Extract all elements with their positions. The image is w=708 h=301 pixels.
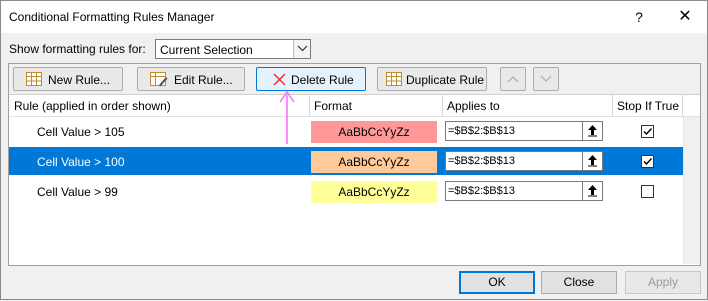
applies-to-field[interactable]: =$B$2:$B$13 — [445, 151, 603, 171]
close-icon[interactable]: ✕ — [673, 7, 697, 27]
title-bar: Conditional Formatting Rules Manager ? ✕ — [1, 1, 707, 33]
help-button[interactable]: ? — [629, 7, 649, 27]
move-down-button[interactable] — [533, 67, 559, 91]
show-rules-for-label: Show formatting rules for: — [9, 42, 146, 56]
rule-row[interactable]: Cell Value > 105 AaBbCcYyZz =$B$2:$B$13 — [9, 117, 683, 145]
applies-to-value: =$B$2:$B$13 — [448, 125, 515, 137]
stop-if-true-checkbox[interactable] — [641, 185, 654, 198]
rule-description: Cell Value > 100 — [37, 155, 125, 169]
header-divider — [309, 95, 310, 117]
format-preview: AaBbCcYyZz — [311, 181, 437, 203]
ok-button[interactable]: OK — [459, 271, 535, 294]
rules-grid: Rule (applied in order shown) Format App… — [9, 94, 700, 265]
applies-to-field[interactable]: =$B$2:$B$13 — [445, 121, 603, 141]
show-rules-for-value: Current Selection — [160, 43, 253, 57]
vertical-scrollbar[interactable] — [683, 117, 700, 264]
duplicate-rule-button[interactable]: Duplicate Rule — [377, 67, 487, 91]
header-applies-to: Applies to — [447, 99, 500, 113]
format-preview: AaBbCcYyZz — [311, 151, 437, 173]
new-rule-button[interactable]: New Rule... — [13, 67, 123, 91]
rule-description: Cell Value > 105 — [37, 125, 125, 139]
delete-x-icon — [273, 73, 286, 89]
duplicate-rule-label: Duplicate Rule — [406, 73, 485, 87]
dialog-title: Conditional Formatting Rules Manager — [9, 10, 215, 24]
delete-rule-button[interactable]: Delete Rule — [256, 67, 366, 91]
edit-rule-icon — [150, 72, 168, 90]
collapse-dialog-icon[interactable] — [582, 182, 602, 200]
move-up-button[interactable] — [500, 67, 526, 91]
chevron-up-icon — [507, 76, 519, 83]
edit-rule-button[interactable]: Edit Rule... — [137, 67, 245, 91]
new-rule-icon — [26, 72, 42, 89]
header-divider — [442, 95, 443, 117]
collapse-dialog-icon[interactable] — [582, 122, 602, 140]
rule-description: Cell Value > 99 — [37, 185, 118, 199]
checkmark-icon — [643, 158, 653, 166]
applies-to-value: =$B$2:$B$13 — [448, 185, 515, 197]
header-format: Format — [314, 99, 353, 113]
header-divider — [612, 95, 613, 117]
applies-to-value: =$B$2:$B$13 — [448, 155, 515, 167]
applies-to-field[interactable]: =$B$2:$B$13 — [445, 181, 603, 201]
duplicate-rule-icon — [386, 72, 402, 89]
format-preview: AaBbCcYyZz — [311, 121, 437, 143]
chevron-down-icon — [540, 75, 552, 82]
rule-row[interactable]: Cell Value > 99 AaBbCcYyZz =$B$2:$B$13 — [9, 177, 683, 205]
new-rule-label: New Rule... — [48, 73, 111, 87]
show-rules-for-dropdown[interactable]: Current Selection — [155, 39, 311, 59]
rules-manager-dialog: Conditional Formatting Rules Manager ? ✕… — [0, 0, 708, 300]
grid-header: Rule (applied in order shown) Format App… — [9, 95, 700, 117]
header-rule: Rule (applied in order shown) — [14, 99, 171, 113]
collapse-dialog-icon[interactable] — [582, 152, 602, 170]
chevron-down-icon[interactable] — [293, 40, 310, 58]
rule-row[interactable]: Cell Value > 100 AaBbCcYyZz =$B$2:$B$13 — [9, 147, 683, 175]
close-button[interactable]: Close — [541, 271, 617, 294]
delete-rule-label: Delete Rule — [291, 73, 354, 87]
rules-panel: New Rule... Edit Rule... Delete Rule Dup… — [8, 63, 701, 266]
edit-rule-label: Edit Rule... — [174, 73, 233, 87]
header-stop-if-true: Stop If True — [617, 99, 680, 113]
stop-if-true-checkbox[interactable] — [641, 155, 654, 168]
stop-if-true-checkbox[interactable] — [641, 125, 654, 138]
header-divider — [682, 95, 683, 117]
checkmark-icon — [643, 128, 653, 136]
apply-button[interactable]: Apply — [625, 271, 701, 294]
